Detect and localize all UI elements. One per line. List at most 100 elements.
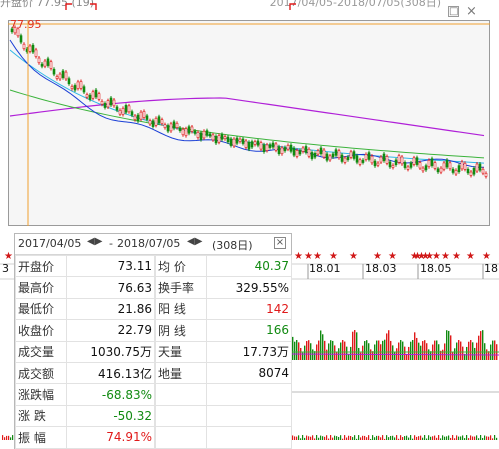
stats-row: 天量 17.73万 xyxy=(155,340,292,363)
candle-body xyxy=(163,124,167,128)
candle-body xyxy=(427,159,431,167)
candle-body xyxy=(130,111,134,116)
indicator-bar xyxy=(432,436,434,440)
range-start-bracket xyxy=(90,3,97,10)
volume-bar xyxy=(414,332,416,360)
candle-body xyxy=(406,166,410,170)
indicator-bar xyxy=(10,437,12,440)
indicator-bar xyxy=(316,435,318,440)
stat-label: 最低价 xyxy=(15,297,67,321)
candle-body xyxy=(142,111,146,118)
candle-body xyxy=(58,73,62,80)
stat-label: 阳 线 xyxy=(155,297,207,321)
indicator-bar xyxy=(438,435,440,440)
range-end-bracket xyxy=(289,3,296,10)
axis-tick: 18. xyxy=(484,262,499,275)
indicator-bar xyxy=(486,436,488,440)
stats-row: 振 幅 74.91% xyxy=(15,426,155,449)
candle-body xyxy=(268,144,272,148)
candle-body xyxy=(55,76,59,79)
indicator-bar xyxy=(312,435,314,440)
candle-body xyxy=(154,118,158,126)
candle-body xyxy=(295,150,299,157)
stats-row: 收盘价 22.79 xyxy=(15,319,155,342)
candle-body xyxy=(289,144,293,152)
indicator-bar xyxy=(376,435,378,440)
candle-body xyxy=(439,167,443,173)
indicator-bar xyxy=(380,437,382,440)
candle-body xyxy=(388,161,392,168)
indicator-bar xyxy=(6,435,8,440)
stat-value: 329.55% xyxy=(206,276,292,299)
left-right-arrow-icon[interactable]: ◀▶ xyxy=(187,236,202,247)
indicator-bar xyxy=(372,435,374,440)
indicator-bar xyxy=(488,436,490,440)
candle-body xyxy=(442,162,446,170)
ma5-line xyxy=(9,39,485,168)
left-right-arrow-icon[interactable]: ◀▶ xyxy=(87,236,102,247)
indicator-bar xyxy=(444,436,446,440)
candle-body xyxy=(214,135,218,144)
volume-bar xyxy=(320,330,322,360)
indicator-bar xyxy=(416,436,418,440)
stat-label: 振 幅 xyxy=(15,426,67,449)
indicator-bar xyxy=(314,438,316,440)
candle-body xyxy=(46,58,50,66)
volume-bar xyxy=(340,342,342,360)
indicator-bar xyxy=(482,437,484,440)
candle-body xyxy=(229,138,233,146)
candle-body xyxy=(325,153,329,161)
candle-body xyxy=(31,44,35,53)
indicator-bar xyxy=(428,435,430,440)
candle-body xyxy=(391,165,395,168)
indicator-bar xyxy=(294,436,296,440)
volume-bar xyxy=(322,334,324,360)
candle-body xyxy=(115,106,119,111)
candle-body xyxy=(121,108,125,115)
volume-bar xyxy=(474,347,476,360)
stat-label: 涨跌幅 xyxy=(15,383,67,406)
candle-body xyxy=(328,155,332,161)
indicator-bar xyxy=(322,436,324,440)
indicator-bar xyxy=(326,435,328,440)
candle-body xyxy=(169,123,173,132)
empty-cell xyxy=(206,426,292,449)
volume-bar xyxy=(308,340,310,360)
indicator-bar xyxy=(414,435,416,440)
candle-body xyxy=(67,78,71,85)
indicator-bar xyxy=(462,435,464,440)
candle-body xyxy=(313,153,317,158)
volume-bar xyxy=(480,331,482,360)
volume-bar xyxy=(446,330,448,360)
indicator-bar xyxy=(292,435,294,440)
candle-body xyxy=(205,130,209,136)
volume-bar xyxy=(494,340,496,360)
stat-value: 17.73万 xyxy=(206,340,292,363)
volume-bar xyxy=(390,340,392,360)
volume-bar xyxy=(468,341,470,360)
candle-body xyxy=(235,137,239,144)
candle-body xyxy=(73,85,77,91)
indicator-bar xyxy=(410,435,412,440)
candle-body xyxy=(403,162,407,168)
stat-value: 416.13亿 xyxy=(66,361,155,385)
stats-table-right: 均 价 40.37 换手率 329.55% 阳 线 142 阴 线 166 天量 17.73万 地量… xyxy=(155,254,292,449)
panel-header: 2017/04/05 ◀▶ - 2018/07/05 ◀▶ (308日) × xyxy=(15,234,291,255)
candle-body xyxy=(61,70,65,78)
candle-body xyxy=(454,169,458,175)
indicator-bar xyxy=(350,436,352,440)
volume-bar xyxy=(366,340,368,360)
stat-value: -50.32 xyxy=(66,404,155,428)
volume-bar xyxy=(410,341,412,360)
close-icon[interactable]: × xyxy=(274,237,286,249)
volume-bar xyxy=(318,340,320,360)
indicator-bar xyxy=(478,438,480,440)
stats-row-empty xyxy=(155,404,292,428)
volume-bar xyxy=(350,346,352,360)
stats-row: 成交额 416.13亿 xyxy=(15,361,155,385)
candle-body xyxy=(469,171,473,176)
candle-body xyxy=(334,149,338,156)
indicator-bar xyxy=(306,435,308,440)
candle-body xyxy=(109,97,113,106)
candle-body xyxy=(160,119,164,124)
